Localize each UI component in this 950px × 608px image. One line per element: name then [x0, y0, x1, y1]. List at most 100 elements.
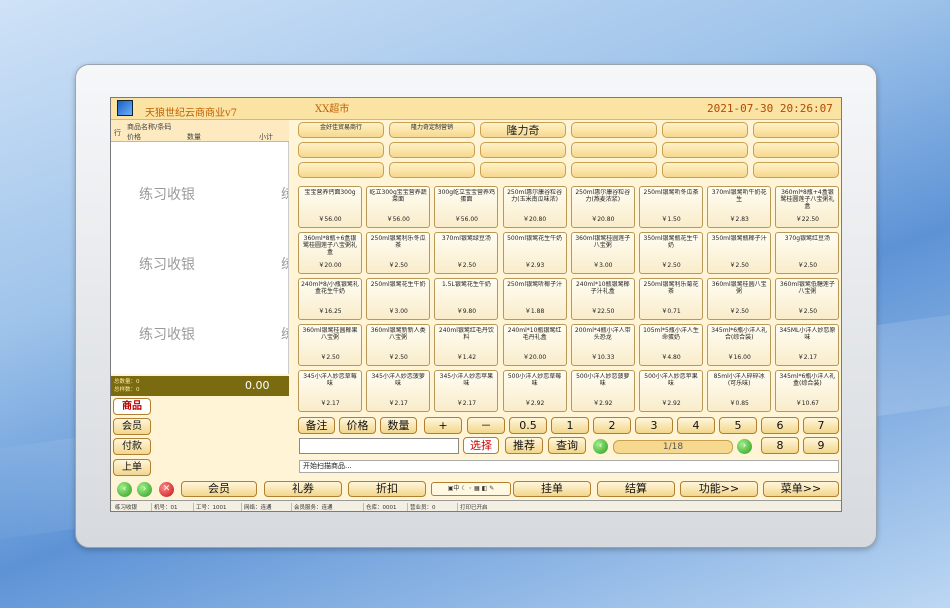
- coupon-button[interactable]: 礼券: [264, 481, 342, 497]
- close-icon[interactable]: ✕: [159, 482, 174, 497]
- category-button[interactable]: [753, 162, 839, 178]
- category-button[interactable]: [480, 162, 566, 178]
- discount-button[interactable]: 折扣: [348, 481, 426, 497]
- digit-button-6[interactable]: 6: [761, 417, 799, 434]
- query-button[interactable]: 查询: [548, 437, 586, 454]
- digit-button-7[interactable]: 7: [803, 417, 839, 434]
- function-menu-button[interactable]: 功能>>: [680, 481, 758, 497]
- product-button[interactable]: 240ml银鹭红毛丹饮料 ￥1.42: [434, 324, 499, 366]
- digit-button-3[interactable]: 3: [635, 417, 673, 434]
- category-button[interactable]: [389, 142, 475, 158]
- product-button[interactable]: 500小洋人妙恋草莓味 ￥2.92: [502, 370, 567, 412]
- select-button[interactable]: 选择: [463, 437, 499, 454]
- product-button[interactable]: 360ml银鹭桂圆椰果八宝粥 ￥2.50: [298, 324, 362, 366]
- recommend-button[interactable]: 推荐: [505, 437, 543, 454]
- category-button[interactable]: [298, 162, 384, 178]
- product-button[interactable]: 360ml*8瓶+6盒银鹭桂圆莲子八宝粥礼盒 ￥20.00: [298, 232, 362, 274]
- product-button[interactable]: 240ml*10瓶银鹭椰子汁礼盒 ￥22.50: [570, 278, 635, 320]
- category-button[interactable]: [480, 142, 566, 158]
- category-button[interactable]: [571, 122, 657, 138]
- product-button[interactable]: 85ml小洋人碎碎冰(可乐味) ￥0.85: [707, 370, 772, 412]
- member-button[interactable]: 会员: [181, 481, 257, 497]
- category-button[interactable]: [753, 122, 839, 138]
- product-button[interactable]: 370g银鹭红豆汤 ￥2.50: [775, 232, 840, 274]
- product-button[interactable]: 1.5L银鹭花生牛奶 ￥9.80: [434, 278, 499, 320]
- category-button[interactable]: [298, 142, 384, 158]
- category-button[interactable]: 金好佳贸易商行: [298, 122, 384, 138]
- product-button[interactable]: 105ml*5瓶小洋人生命蛋奶 ￥4.80: [639, 324, 703, 366]
- product-button[interactable]: 370ml银鹭听牛奶花生 ￥2.83: [707, 186, 772, 228]
- category-button[interactable]: [571, 162, 657, 178]
- main-menu-button[interactable]: 菜单>>: [763, 481, 839, 497]
- category-button[interactable]: [662, 142, 748, 158]
- product-button[interactable]: 250ml惠尔康谷粒谷力(玉米南瓜味浓) ￥20.80: [502, 186, 567, 228]
- product-button[interactable]: 345ml*6瓶小洋人礼合(综合装) ￥16.00: [707, 324, 772, 366]
- side-button-member[interactable]: 会员: [113, 418, 151, 435]
- digit-button-5[interactable]: 5: [719, 417, 757, 434]
- product-button[interactable]: 345小洋人妙恋苹果味 ￥2.17: [434, 370, 499, 412]
- input-method-toolbar[interactable]: ▣中 ☾ ◦ ▦ ◧ ✎: [431, 482, 511, 496]
- barcode-input[interactable]: [299, 438, 459, 454]
- product-button[interactable]: 500小洋人妙恋苹果味 ￥2.92: [639, 370, 703, 412]
- product-button[interactable]: 370ml银鹭绿豆汤 ￥2.50: [434, 232, 499, 274]
- product-button[interactable]: 250ml银鹭利乐冬瓜茶 ￥2.50: [366, 232, 431, 274]
- category-button[interactable]: [662, 162, 748, 178]
- digit-button-1[interactable]: 1: [551, 417, 589, 434]
- product-button[interactable]: 250ml银鹭花生牛奶 ￥3.00: [366, 278, 431, 320]
- product-button[interactable]: 360ml银鹭新新人类八宝粥 ￥2.50: [366, 324, 431, 366]
- price-button[interactable]: 价格: [339, 417, 376, 434]
- product-price: ￥2.50: [797, 308, 818, 315]
- product-button[interactable]: 250ml惠尔康谷粒谷力(燕麦浓浆) ￥20.80: [570, 186, 635, 228]
- digit-button-9[interactable]: 9: [803, 437, 839, 454]
- next-page-icon[interactable]: ›: [737, 439, 752, 454]
- category-button[interactable]: 隆力奇定制营销: [389, 122, 475, 138]
- checkout-button[interactable]: 结算: [597, 481, 675, 497]
- cart-list[interactable]: 练习收银 练 练习收银 练 练习收银 练: [111, 142, 289, 374]
- product-button[interactable]: 350ml银鹭瓶椰子汁 ￥2.50: [707, 232, 772, 274]
- product-button[interactable]: 345小洋人妙恋菠萝味 ￥2.17: [366, 370, 431, 412]
- product-name: 345ml*6瓶小洋人礼合(综合装): [711, 327, 768, 341]
- hang-order-button[interactable]: 挂单: [513, 481, 591, 497]
- product-price: ￥2.17: [388, 400, 408, 407]
- product-button[interactable]: 250ml银鹭听冬瓜茶 ￥1.50: [639, 186, 703, 228]
- product-button[interactable]: 宝宝营养钙面300g ￥56.00: [298, 186, 362, 228]
- category-button[interactable]: [662, 122, 748, 138]
- qty-button[interactable]: 数量: [380, 417, 417, 434]
- watermark-text-cut: 练: [281, 254, 288, 274]
- side-button-prev-order[interactable]: 上单: [113, 459, 151, 476]
- digit-button-8[interactable]: 8: [761, 437, 799, 454]
- product-button[interactable]: 500ml银鹭花生牛奶 ￥2.93: [502, 232, 567, 274]
- product-name: 370ml银鹭绿豆汤: [441, 235, 491, 242]
- side-button-pay[interactable]: 付款: [113, 438, 151, 455]
- product-button[interactable]: 345小洋人妙恋草莓味 ￥2.17: [298, 370, 362, 412]
- note-button[interactable]: 备注: [298, 417, 335, 434]
- product-button[interactable]: 250ml银鹭听椰子汁 ￥1.88: [502, 278, 567, 320]
- prev-page-icon[interactable]: ‹: [593, 439, 608, 454]
- minus-button[interactable]: －: [467, 417, 505, 434]
- product-button[interactable]: 240ml*8/小瓶银鹭礼盒花生牛奶 ￥16.25: [298, 278, 362, 320]
- forward-icon[interactable]: ›: [137, 482, 152, 497]
- product-button[interactable]: 360ml银鹭低糖莲子八宝粥 ￥2.50: [775, 278, 840, 320]
- plus-button[interactable]: +: [424, 417, 462, 434]
- category-button[interactable]: 隆力奇: [480, 122, 566, 138]
- product-button[interactable]: 360ml银鹭桂圆莲子八宝粥 ￥3.00: [570, 232, 635, 274]
- half-button[interactable]: 0.5: [509, 417, 547, 434]
- product-button[interactable]: 屹立300g宝宝营养蔬菜面 ￥56.00: [366, 186, 431, 228]
- product-button[interactable]: 345ML小洋人妙恋原味 ￥2.17: [775, 324, 840, 366]
- category-button[interactable]: [571, 142, 657, 158]
- back-icon[interactable]: ‹: [117, 482, 132, 497]
- digit-button-2[interactable]: 2: [593, 417, 631, 434]
- product-button[interactable]: 200ml*4瓶小洋人带头恐龙 ￥10.33: [570, 324, 635, 366]
- side-button-goods[interactable]: 商品: [113, 398, 151, 415]
- product-button[interactable]: 345ml*6瓶小洋人礼盒(综合装) ￥10.67: [775, 370, 840, 412]
- product-button[interactable]: 250ml银鹭利乐菊花茶 ￥0.71: [639, 278, 703, 320]
- category-button[interactable]: [389, 162, 475, 178]
- product-button[interactable]: 500小洋人妙恋菠萝味 ￥2.92: [570, 370, 635, 412]
- category-button[interactable]: [753, 142, 839, 158]
- product-button[interactable]: 350ml银鹭瓶花生牛奶 ￥2.50: [639, 232, 703, 274]
- digit-button-4[interactable]: 4: [677, 417, 715, 434]
- product-button[interactable]: 360ml*8瓶+4盒银鹭桂圆莲子八宝粥礼盒 ￥22.50: [775, 186, 840, 228]
- product-button[interactable]: 360ml银鹭桂圆八宝粥 ￥2.50: [707, 278, 772, 320]
- product-button[interactable]: 300g屹立宝宝营养鸡蛋面 ￥56.00: [434, 186, 499, 228]
- product-button[interactable]: 240ml*10瓶银鹭红毛丹礼盒 ￥20.00: [502, 324, 567, 366]
